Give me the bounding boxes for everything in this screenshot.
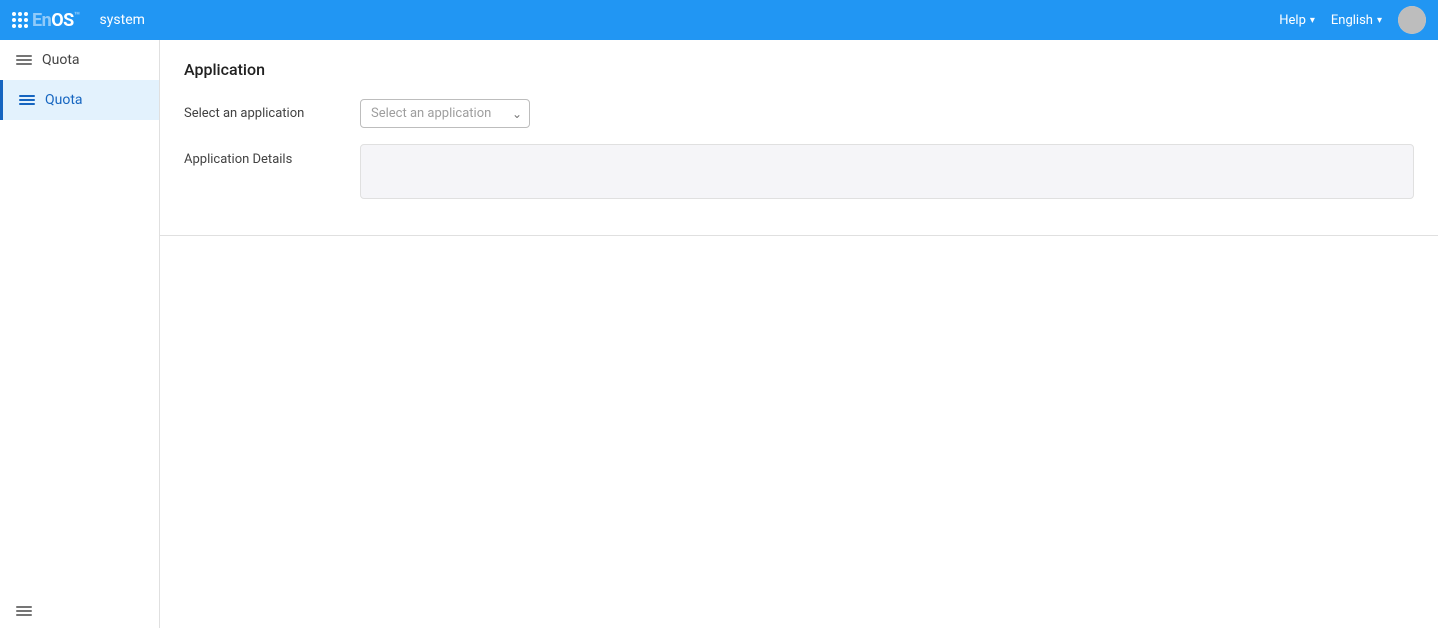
application-details-row: Application Details	[184, 144, 1414, 199]
navbar-right: Help ▾ English ▾	[1279, 6, 1426, 34]
sidebar-item-label: Quota	[42, 52, 80, 68]
logo-tm: ™	[74, 11, 80, 22]
menu-icon-active	[19, 95, 35, 105]
help-label: Help	[1279, 13, 1306, 28]
select-application-row: Select an application Select an applicat…	[184, 99, 1414, 128]
sidebar-item-label-active: Quota	[45, 92, 83, 108]
logo-dot	[12, 12, 16, 16]
user-avatar[interactable]	[1398, 6, 1426, 34]
enos-logo: EnOS™	[12, 10, 80, 31]
logo-text: EnOS™	[32, 10, 80, 31]
logo-dot	[24, 12, 28, 16]
application-details-box	[360, 144, 1414, 199]
navbar-title: system	[100, 12, 145, 28]
sidebar-bottom	[0, 594, 159, 628]
content-inner: Application Select an application Select…	[160, 40, 1438, 235]
select-application-label: Select an application	[184, 106, 344, 121]
logo-dot	[24, 24, 28, 28]
sidebar-item-quota-top[interactable]: Quota	[0, 40, 159, 80]
logo-dot	[12, 24, 16, 28]
select-application-dropdown[interactable]: Select an application	[360, 99, 530, 128]
menu-icon	[16, 55, 32, 65]
sidebar: Quota Quota	[0, 40, 160, 628]
logo-dot	[18, 18, 22, 22]
sidebar-item-quota-main[interactable]: Quota	[0, 80, 159, 120]
language-caret-icon: ▾	[1377, 15, 1382, 26]
logo-dot	[12, 18, 16, 22]
language-label: English	[1331, 13, 1373, 28]
application-details-label: Application Details	[184, 144, 344, 167]
navbar: EnOS™ system Help ▾ English ▾	[0, 0, 1438, 40]
section-title: Application	[184, 60, 1414, 79]
help-caret-icon: ▾	[1310, 15, 1315, 26]
logo-dots	[12, 12, 28, 28]
content-area: Application Select an application Select…	[160, 40, 1438, 628]
select-application-wrapper: Select an application ⌄	[360, 99, 530, 128]
navbar-brand: EnOS™ system	[12, 10, 145, 31]
avatar-image	[1398, 6, 1426, 34]
logo-dot	[18, 12, 22, 16]
logo-dot	[24, 18, 28, 22]
content-divider	[160, 235, 1438, 236]
help-menu[interactable]: Help ▾	[1279, 13, 1315, 28]
language-menu[interactable]: English ▾	[1331, 13, 1382, 28]
logo-en: En	[32, 10, 51, 31]
menu-bottom-icon[interactable]	[16, 606, 143, 616]
logo-dot	[18, 24, 22, 28]
main-layout: Quota Quota Application Select an applic…	[0, 40, 1438, 628]
